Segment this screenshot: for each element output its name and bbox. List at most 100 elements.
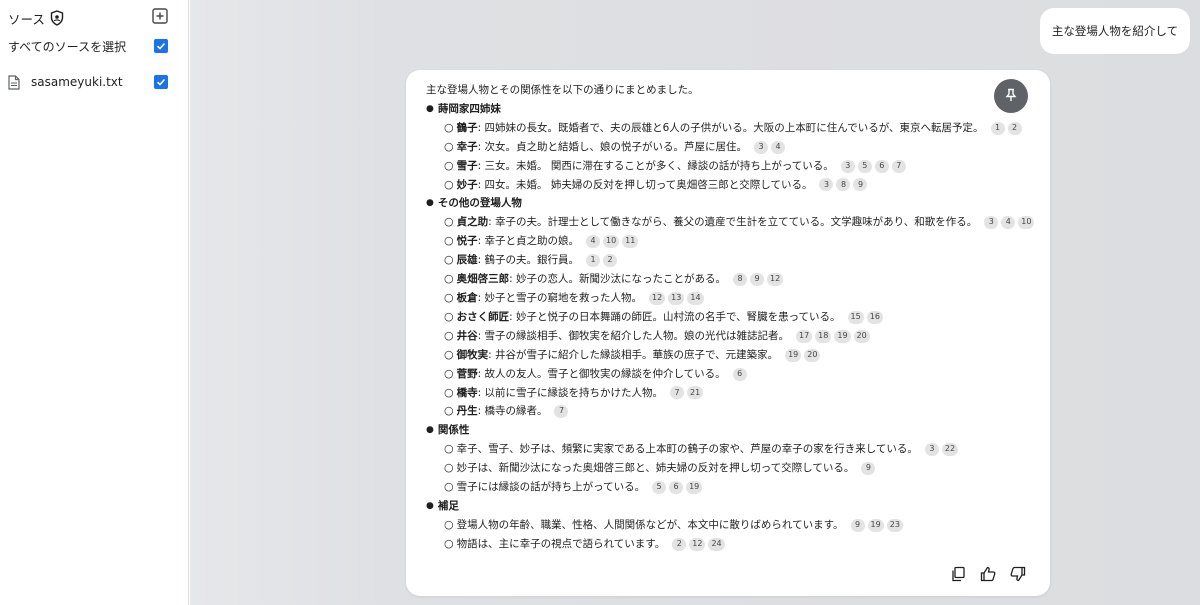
citation-chip[interactable]: 19 xyxy=(686,480,703,494)
copy-icon[interactable] xyxy=(950,566,966,582)
citation-chip[interactable]: 3 xyxy=(753,140,768,154)
citation-chip[interactable]: 5 xyxy=(652,480,667,494)
item-text: : 鶴子の夫。銀行員。 xyxy=(477,254,579,267)
section-heading-text: 補足 xyxy=(437,499,459,512)
sub-bullet-icon: ○ xyxy=(444,480,454,494)
citation-chip[interactable]: 12 xyxy=(689,537,706,551)
citation-chip[interactable]: 7 xyxy=(891,159,906,173)
thumbs-up-icon[interactable] xyxy=(980,566,996,582)
answer-card: 主な登場人物とその関係性を以下の通りにまとめました。 ● 蒔岡家四姉妹 ○ 鶴子: 四… xyxy=(406,70,1050,596)
citation-group: 17 18 19 20 xyxy=(793,329,870,343)
citation-chip[interactable]: 6 xyxy=(732,367,747,381)
citation-chip[interactable]: 20 xyxy=(853,329,870,343)
character-name: 妙子 xyxy=(456,178,478,191)
citation-group: 12 13 14 xyxy=(646,291,704,305)
citation-chip[interactable]: 12 xyxy=(648,291,666,305)
citation-chip[interactable]: 6 xyxy=(669,480,684,494)
citation-chip[interactable]: 19 xyxy=(834,329,851,343)
item-text: : 井谷が雪子に紹介した縁談相手。華族の庶子で、元建築家。 xyxy=(488,348,779,361)
citation-chip[interactable]: 3 xyxy=(840,159,855,173)
citation-chip[interactable]: 3 xyxy=(819,178,834,192)
citation-chip[interactable]: 11 xyxy=(622,235,639,249)
citation-chip[interactable]: 10 xyxy=(1018,216,1035,230)
item-text: : 橋寺の縁者。 xyxy=(477,405,548,418)
citation-chip[interactable]: 14 xyxy=(687,291,704,305)
citation-group: 15 16 xyxy=(845,310,883,324)
citation-chip[interactable]: 1 xyxy=(585,254,600,268)
citation-chip[interactable]: 3 xyxy=(924,443,939,457)
item-text: : 幸子の夫。計理士として働きながら、養父の遺産で生計を立てている。文学趣味があ… xyxy=(488,216,978,229)
citation-chip[interactable]: 2 xyxy=(602,254,617,268)
character-name: 雪子 xyxy=(456,159,478,172)
citation-group: 3 4 10 xyxy=(981,216,1035,230)
sub-bullet-icon: ○ xyxy=(444,404,454,418)
citation-chip[interactable]: 10 xyxy=(602,235,620,249)
character-name: 鶴子 xyxy=(456,121,478,134)
citation-chip[interactable]: 9 xyxy=(850,518,865,532)
item-text: 幸子、雪子、妙子は、頻繁に実家である上本町の鶴子の家や、芦屋の幸子の家を行き来し… xyxy=(456,443,918,456)
select-all-checkbox[interactable] xyxy=(154,39,168,53)
item-text: 雪子には縁談の話が持ち上がっている。 xyxy=(456,481,646,494)
citation-chip[interactable]: 2 xyxy=(1007,121,1022,135)
citation-chip[interactable]: 2 xyxy=(672,537,687,551)
citation-chip[interactable]: 4 xyxy=(770,140,785,154)
sub-bullet-icon: ○ xyxy=(444,517,454,531)
character-name: 菅野 xyxy=(456,367,478,380)
citation-chip[interactable]: 18 xyxy=(815,329,832,343)
answer-list-item: ○ 妙子: 四女。未婚。 姉夫婦の反対を押し切って奥畑啓三郎と交際している。 3 8 9 xyxy=(426,176,1036,195)
citation-chip[interactable]: 5 xyxy=(857,159,872,173)
citation-chip[interactable]: 8 xyxy=(836,178,851,192)
item-text: : 妙子と雪子の窮地を救った人物。 xyxy=(477,291,642,304)
citation-chip[interactable]: 16 xyxy=(866,310,883,324)
answer-list-item: ○ 奥畑啓三郎: 妙子の恋人。新聞沙汰になったことがある。 8 9 12 xyxy=(426,270,1036,289)
answer-section: ● 関係性 ○ 幸子、雪子、妙子は、頻繁に実家である上本町の鶴子の家や、芦屋の幸子の家… xyxy=(426,421,1036,497)
citation-chip[interactable]: 23 xyxy=(886,518,903,532)
source-checkbox[interactable] xyxy=(154,75,168,89)
bullet-icon: ● xyxy=(426,198,434,209)
source-item[interactable]: sasameyuki.txt xyxy=(8,73,168,91)
item-text: : 四女。未婚。 姉夫婦の反対を押し切って奥畑啓三郎と交際している。 xyxy=(477,178,813,191)
citation-group: 4 10 11 xyxy=(583,235,639,249)
answer-list-item: ○ 橋寺: 以前に雪子に縁談を持ちかけた人物。 7 21 xyxy=(426,384,1036,403)
citation-chip[interactable]: 3 xyxy=(984,216,999,230)
add-source-icon[interactable] xyxy=(152,8,168,24)
answer-list-item: ○ 悦子: 幸子と貞之助の娘。 4 10 11 xyxy=(426,232,1036,251)
answer-list-item: ○ 鶴子: 四姉妹の長女。既婚者で、夫の辰雄と6人の子供がいる。大阪の上本町に住ん… xyxy=(426,119,1036,138)
sub-bullet-icon: ○ xyxy=(444,253,454,267)
citation-chip[interactable]: 19 xyxy=(867,518,884,532)
citation-chip[interactable]: 15 xyxy=(847,310,864,324)
citation-chip[interactable]: 9 xyxy=(853,178,868,192)
select-all-row[interactable]: すべてのソースを選択 xyxy=(8,37,168,55)
citation-chip[interactable]: 9 xyxy=(861,462,876,476)
citation-chip[interactable]: 4 xyxy=(585,235,600,249)
citation-chip[interactable]: 24 xyxy=(708,537,725,551)
character-name: 幸子 xyxy=(456,140,478,153)
item-text: 登場人物の年齢、職業、性格、人間関係などが、本文中に散りばめられています。 xyxy=(456,518,844,531)
sources-title: ソース xyxy=(8,11,45,27)
citation-chip[interactable]: 17 xyxy=(795,329,813,343)
answer-list-item: ○ おさく師匠: 妙子と悦子の日本舞踊の師匠。山村流の名手で、腎臓を患っている。 1… xyxy=(426,308,1036,327)
citation-chip[interactable]: 8 xyxy=(732,273,747,287)
item-text: : 次女。貞之助と結婚し、娘の悦子がいる。芦屋に居住。 xyxy=(477,140,747,153)
thumbs-down-icon[interactable] xyxy=(1010,566,1026,582)
section-heading: ● その他の登場人物 xyxy=(426,194,1036,213)
citation-chip[interactable]: 6 xyxy=(874,159,889,173)
citation-chip[interactable]: 12 xyxy=(766,273,784,287)
citation-chip[interactable]: 20 xyxy=(804,348,821,362)
citation-group: 12 xyxy=(583,254,617,268)
citation-chip[interactable]: 9 xyxy=(749,273,764,287)
citation-chip[interactable]: 1 xyxy=(990,121,1005,135)
answer-list-item: ○ 御牧実: 井谷が雪子に紹介した縁談相手。華族の庶子で、元建築家。 19 20 xyxy=(426,346,1036,365)
citation-chip[interactable]: 19 xyxy=(785,348,802,362)
sub-bullet-icon: ○ xyxy=(444,234,454,248)
item-text: : 以前に雪子に縁談を持ちかけた人物。 xyxy=(477,386,663,399)
citation-chip[interactable]: 4 xyxy=(1001,216,1016,230)
citation-chip[interactable]: 13 xyxy=(668,291,685,305)
citation-chip[interactable]: 7 xyxy=(554,405,569,419)
citation-chip[interactable]: 22 xyxy=(941,443,959,457)
citation-chip[interactable]: 7 xyxy=(669,386,684,400)
sub-bullet-icon: ○ xyxy=(444,461,454,475)
character-name: 御牧実 xyxy=(456,348,489,361)
citation-chip[interactable]: 21 xyxy=(686,386,704,400)
citation-group: 9 19 23 xyxy=(848,518,903,532)
